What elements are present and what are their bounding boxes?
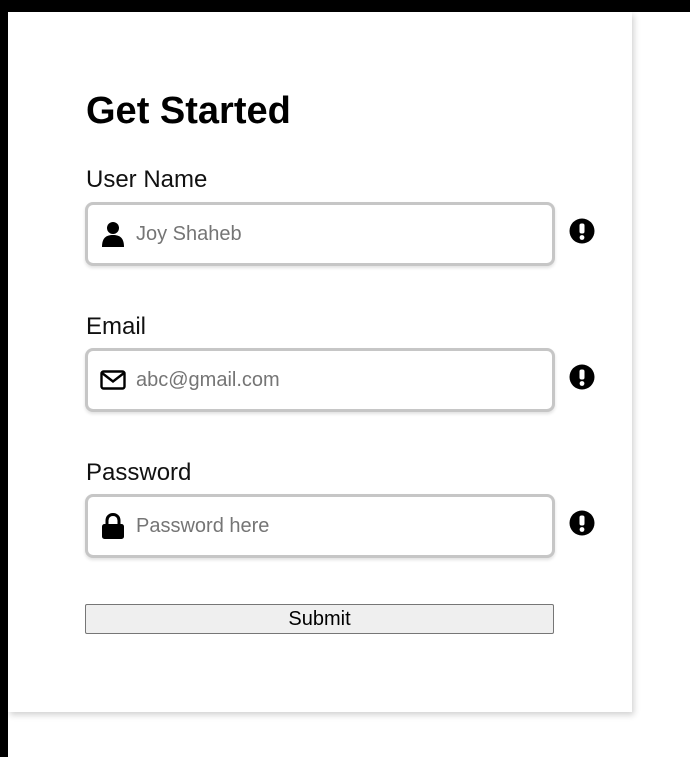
password-alert-circle-icon: [569, 510, 595, 536]
email-field[interactable]: [85, 348, 555, 412]
password-field[interactable]: [85, 494, 555, 558]
email-alert-circle-icon: [569, 364, 595, 390]
form-title: Get Started: [86, 90, 291, 132]
window-top-edge: [0, 0, 690, 12]
username-alert-circle-icon: [569, 218, 595, 244]
signup-form-card: Get Started User Name Email: [8, 12, 632, 712]
envelope-icon: [100, 366, 126, 394]
password-label: Password: [86, 459, 192, 486]
username-input[interactable]: [136, 205, 536, 263]
window-left-edge: [0, 0, 8, 757]
username-label: User Name: [86, 166, 208, 193]
email-input[interactable]: [136, 351, 536, 409]
password-input[interactable]: [136, 497, 536, 555]
user-icon: [100, 220, 126, 248]
lock-icon: [100, 512, 126, 540]
submit-button[interactable]: Submit: [85, 604, 554, 634]
username-field[interactable]: [85, 202, 555, 266]
email-label: Email: [86, 313, 147, 340]
